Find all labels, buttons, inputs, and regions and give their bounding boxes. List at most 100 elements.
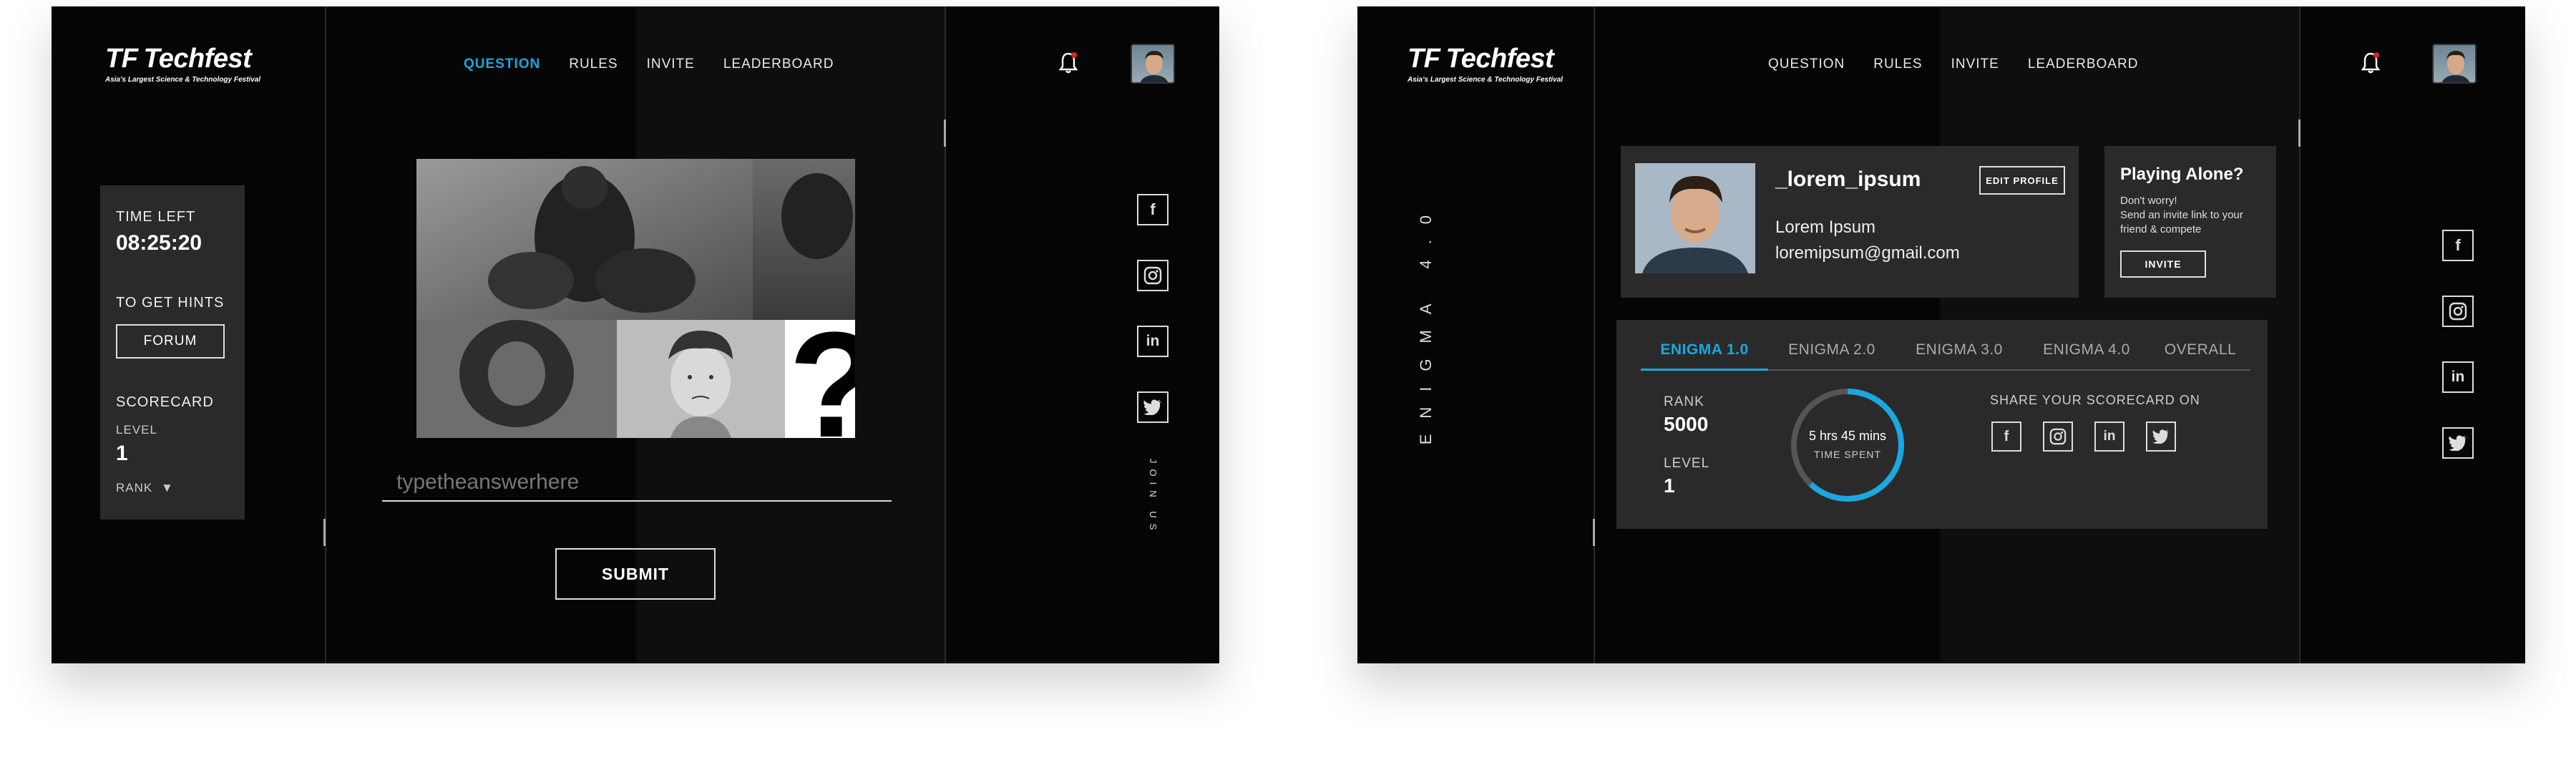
avatar[interactable] — [2432, 44, 2477, 84]
time-spent-ring — [1791, 389, 1904, 502]
enigma-tabs: ENIGMA 1.0 ENIGMA 2.0 ENIGMA 3.0 ENIGMA … — [1641, 341, 2250, 371]
tab-enigma-3[interactable]: ENIGMA 3.0 — [1896, 341, 2023, 371]
divider — [2299, 6, 2301, 663]
time-left-value: 08:25:20 — [116, 231, 203, 255]
twitter-glyph — [2449, 435, 2467, 451]
linkedin-icon[interactable]: in — [1137, 326, 1169, 357]
invite-card: Playing Alone? Don't worry! Send an invi… — [2104, 146, 2276, 298]
profile-face — [1635, 163, 1755, 273]
share-linkedin-icon[interactable]: in — [2094, 422, 2124, 452]
logo-text: Techfest — [1445, 44, 1554, 74]
profile-card: _lorem_ipsum Lorem Ipsum loremipsum@gmai… — [1621, 146, 2079, 298]
rank-label: RANK — [1664, 394, 1704, 409]
rank-value: 5000 — [1664, 413, 1709, 435]
join-us-label: JOIN US — [1148, 459, 1158, 536]
nav-question[interactable]: QUESTION — [464, 57, 540, 72]
facebook-icon[interactable]: f — [2442, 230, 2474, 261]
bell-icon[interactable] — [1057, 51, 1080, 75]
linkedin-icon[interactable]: in — [2442, 361, 2474, 393]
puzzle-collage: ? — [416, 159, 855, 438]
tab-enigma-1[interactable]: ENIGMA 1.0 — [1641, 341, 1768, 371]
divider — [945, 6, 946, 663]
instagram-icon[interactable] — [2442, 296, 2474, 327]
bell-icon[interactable] — [2359, 51, 2382, 75]
time-spent-value: 5 hrs 45 mins — [1808, 429, 1887, 443]
nav-leaderboard[interactable]: LEADERBOARD — [723, 57, 834, 72]
svg-text:?: ? — [789, 301, 855, 438]
submit-button[interactable]: SUBMIT — [555, 548, 716, 600]
tab-enigma-4[interactable]: ENIGMA 4.0 — [2023, 341, 2150, 371]
logo-tagline: Asia's Largest Science & Technology Fest… — [105, 76, 261, 84]
logo-text: Techfest — [143, 44, 252, 74]
invite-title: Playing Alone? — [2120, 165, 2244, 184]
edit-profile-button[interactable]: EDIT PROFILE — [1979, 166, 2065, 195]
rank-dropdown[interactable]: RANK ▼ — [116, 481, 174, 495]
nav-rules[interactable]: RULES — [569, 57, 618, 72]
level-label: LEVEL — [1664, 456, 1710, 471]
profile-name: Lorem Ipsum — [1775, 218, 1876, 237]
caret-down-icon: ▼ — [160, 481, 174, 495]
scroll-marker — [1593, 519, 1595, 546]
logo-mark: TF — [1407, 44, 1440, 74]
techfest-logo[interactable]: TF Techfest Asia's Largest Science & Tech… — [105, 44, 260, 84]
logo-brand: TF Techfest — [105, 44, 260, 74]
level-label: LEVEL — [116, 423, 157, 437]
twitter-glyph — [1143, 399, 1161, 415]
level-value: 1 — [116, 442, 128, 465]
share-twitter-icon[interactable] — [2146, 422, 2176, 452]
facebook-icon[interactable]: f — [1137, 194, 1169, 225]
level-value: 1 — [1664, 474, 1675, 497]
main-nav: QUESTION RULES INVITE LEADERBOARD — [464, 57, 834, 72]
answer-input[interactable]: typetheanswerhere — [382, 470, 892, 502]
divider — [325, 6, 326, 663]
time-left-label: TIME LEFT — [116, 209, 196, 225]
invite-line1: Don't worry! — [2120, 195, 2177, 207]
tab-overall[interactable]: OVERALL — [2150, 341, 2250, 371]
share-instagram-icon[interactable] — [2043, 422, 2073, 452]
stats-card: ENIGMA 1.0 ENIGMA 2.0 ENIGMA 3.0 ENIGMA … — [1616, 320, 2268, 529]
logo-mark: TF — [105, 44, 138, 74]
nav-rules[interactable]: RULES — [1873, 57, 1922, 72]
time-spent-label: TIME SPENT — [1813, 449, 1881, 460]
scroll-marker — [2298, 120, 2301, 147]
hints-label: TO GET HINTS — [116, 295, 225, 311]
avatar[interactable] — [1131, 44, 1175, 84]
instagram-glyph — [2049, 428, 2067, 445]
logo-brand: TF Techfest — [1407, 44, 1563, 74]
profile-email: loremipsum@gmail.com — [1775, 243, 1960, 263]
instagram-icon[interactable] — [1137, 260, 1169, 291]
invite-line3: friend & compete — [2120, 223, 2202, 235]
instagram-glyph — [2449, 302, 2467, 321]
profile-screen: TF Techfest Asia's Largest Science & Tech… — [1357, 6, 2525, 663]
share-facebook-icon[interactable]: f — [1991, 422, 2021, 452]
twitter-icon[interactable] — [2442, 427, 2474, 459]
answer-placeholder: typetheanswerhere — [396, 470, 580, 494]
share-label: SHARE YOUR SCORECARD ON — [1990, 393, 2200, 407]
nav-leaderboard[interactable]: LEADERBOARD — [2028, 57, 2139, 72]
divider — [1594, 6, 1595, 663]
question-screen: TF Techfest Asia's Largest Science & Tech… — [52, 6, 1219, 663]
main-nav: QUESTION RULES INVITE LEADERBOARD — [1768, 57, 2138, 72]
nav-invite[interactable]: INVITE — [1951, 57, 1999, 72]
nav-invite[interactable]: INVITE — [647, 57, 695, 72]
tab-enigma-2[interactable]: ENIGMA 2.0 — [1768, 341, 1896, 371]
logo-tagline: Asia's Largest Science & Technology Fest… — [1407, 76, 1563, 84]
puzzle-image: ? — [416, 159, 855, 438]
invite-line2: Send an invite link to your — [2120, 209, 2243, 221]
scroll-marker — [944, 120, 946, 147]
profile-username: _lorem_ipsum — [1775, 167, 1921, 191]
techfest-logo[interactable]: TF Techfest Asia's Largest Science & Tech… — [1407, 44, 1563, 84]
scorecard-label: SCORECARD — [116, 394, 214, 410]
forum-button[interactable]: FORUM — [116, 324, 225, 359]
instagram-glyph — [1143, 266, 1162, 285]
status-panel: TIME LEFT 08:25:20 TO GET HINTS FORUM SC… — [100, 185, 245, 520]
rank-label: RANK — [116, 481, 153, 495]
profile-photo — [1635, 163, 1755, 273]
twitter-icon[interactable] — [1137, 391, 1169, 423]
nav-question[interactable]: QUESTION — [1768, 57, 1845, 72]
avatar-face — [1140, 51, 1169, 82]
twitter-glyph — [2152, 429, 2169, 444]
enigma-sidebar-title: ENIGMA 4.0 — [1417, 200, 1435, 445]
scroll-marker — [323, 519, 326, 546]
invite-button[interactable]: INVITE — [2120, 250, 2206, 278]
